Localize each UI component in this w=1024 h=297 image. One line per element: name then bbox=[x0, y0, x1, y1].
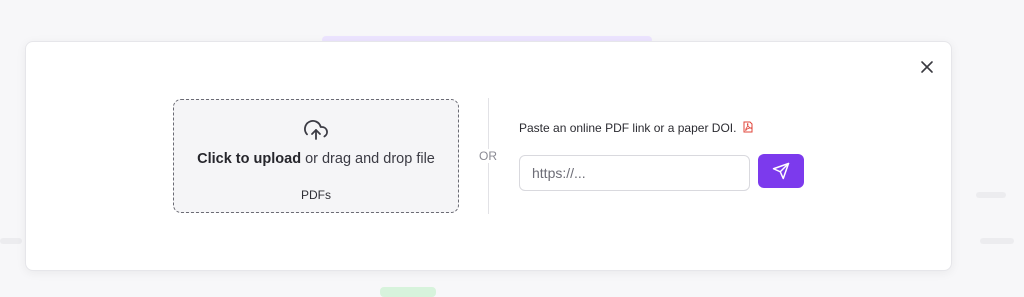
background-text bbox=[0, 238, 22, 244]
submit-link-button[interactable] bbox=[758, 154, 804, 188]
cloud-upload-icon bbox=[304, 120, 328, 140]
or-label: OR bbox=[473, 149, 503, 163]
dropzone-label: Click to upload or drag and drop file bbox=[174, 151, 458, 167]
pdf-link-input[interactable] bbox=[519, 155, 750, 191]
close-icon bbox=[921, 61, 933, 73]
background-text bbox=[976, 192, 1006, 198]
click-to-upload-text[interactable]: Click to upload bbox=[197, 151, 301, 167]
send-icon bbox=[772, 162, 790, 180]
background-text bbox=[980, 238, 1014, 244]
file-dropzone[interactable]: Click to upload or drag and drop file PD… bbox=[173, 99, 459, 213]
close-button[interactable] bbox=[917, 57, 937, 77]
paste-link-hint-text: Paste an online PDF link or a paper DOI. bbox=[519, 121, 737, 135]
background-status-badge bbox=[380, 287, 436, 297]
paste-link-hint: Paste an online PDF link or a paper DOI. bbox=[519, 121, 754, 135]
accepted-file-types: PDFs bbox=[301, 188, 331, 202]
drag-drop-text: or drag and drop file bbox=[301, 151, 435, 167]
pdf-file-icon bbox=[743, 121, 753, 133]
